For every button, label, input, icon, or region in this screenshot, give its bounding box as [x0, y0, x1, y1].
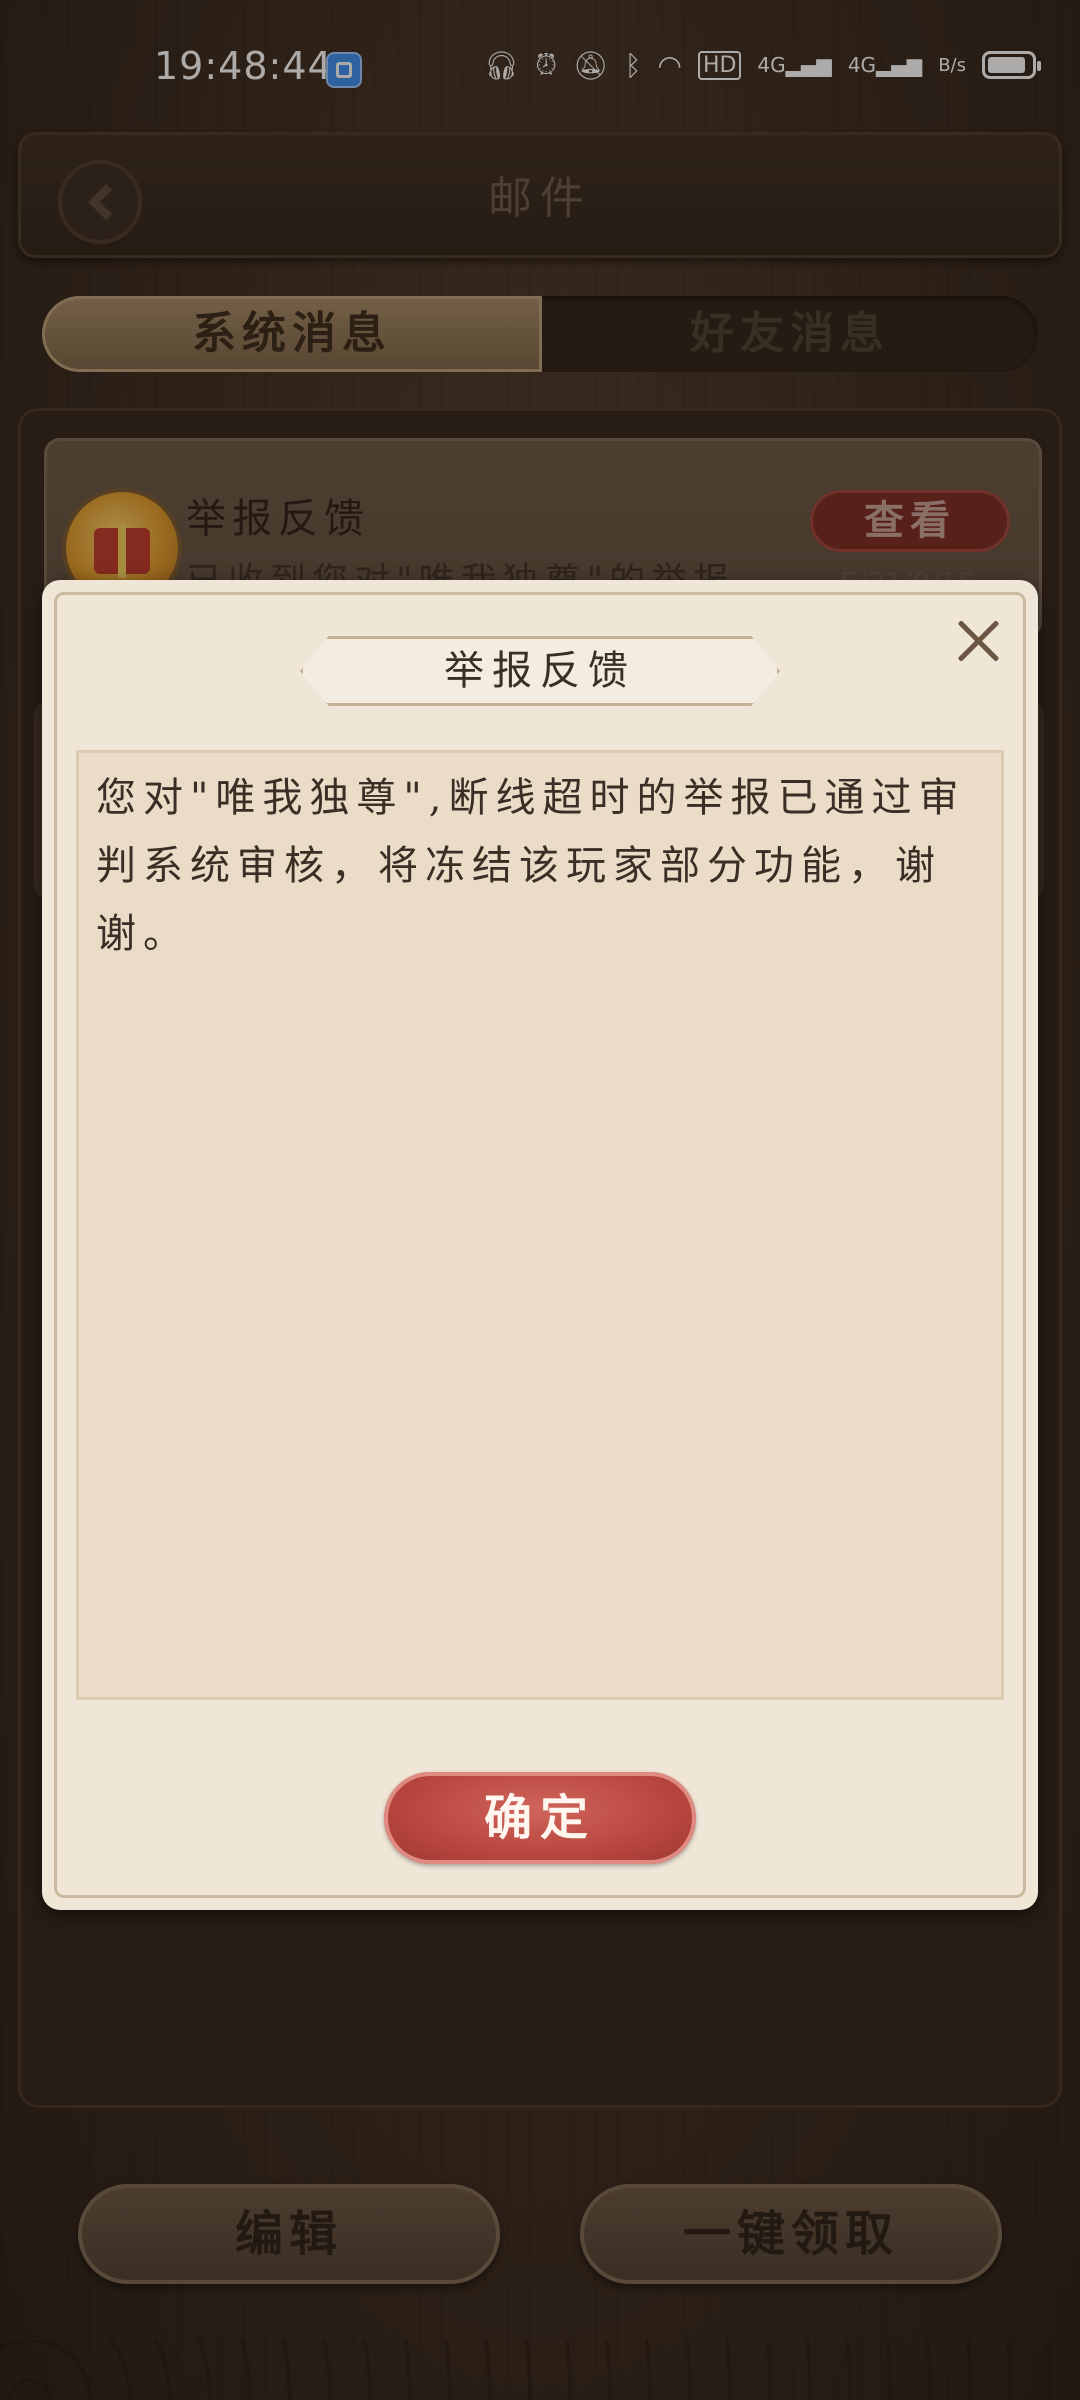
close-icon[interactable]	[950, 612, 1006, 668]
confirm-button[interactable]: 确定	[384, 1772, 696, 1864]
dialog-message: 您对"唯我独尊",断线超时的举报已通过审判系统审核，将冻结该玩家部分功能，谢谢。	[96, 775, 966, 957]
mail-screen: 19:48:44 🎧︎ ⏰︎ 🔕︎ ᛒ ◠ HD 4G▂▄▆ 4G▂▄▆ B/s…	[0, 0, 1080, 2400]
dialog-title: 举报反馈	[444, 648, 636, 694]
